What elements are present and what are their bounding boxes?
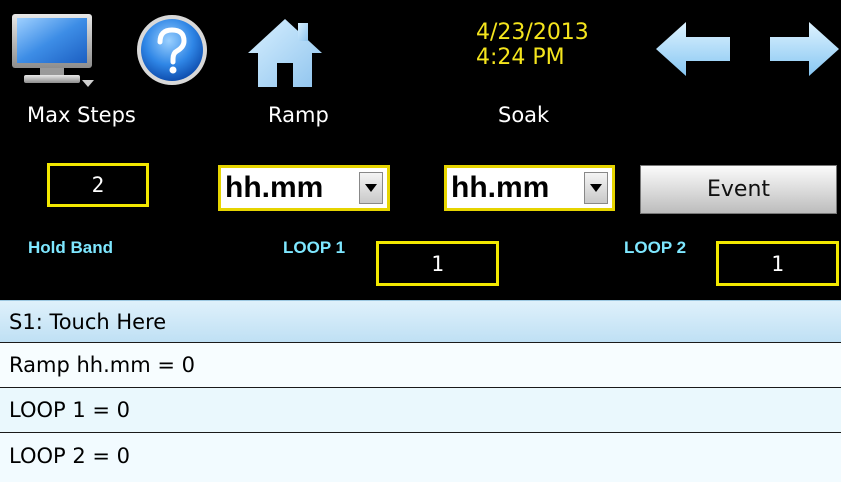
hold-band-label: Hold Band [28, 238, 113, 257]
max-steps-header: Max Steps [27, 103, 136, 127]
datetime-display: 4/23/2013 4:24 PM [476, 20, 589, 70]
help-icon[interactable] [134, 12, 210, 88]
list-item[interactable]: LOOP 1 = 0 [0, 388, 841, 433]
ramp-units-select[interactable]: hh.mm [218, 165, 390, 211]
list-item-label: LOOP 2 = 0 [9, 443, 131, 468]
list-item: S1: Touch Here [9, 309, 167, 334]
loop1-hold-band-input[interactable]: 1 [376, 241, 499, 286]
loop1-label: LOOP 1 [283, 238, 346, 257]
list-item[interactable]: Ramp hh.mm = 0 [0, 343, 841, 388]
loop2-hold-band-input[interactable]: 1 [716, 241, 839, 286]
loop1-hold-band-value: 1 [431, 251, 444, 276]
max-steps-value: 2 [91, 173, 105, 197]
soak-header: Soak [498, 103, 550, 127]
event-button-label: Event [706, 177, 771, 202]
soak-units-value: hh.mm [451, 171, 550, 204]
home-icon[interactable] [246, 17, 324, 89]
time-text: 4:24 PM [476, 45, 565, 70]
ramp-units-value: hh.mm [225, 171, 324, 204]
event-button[interactable]: Event [640, 165, 837, 214]
step-list: S1: Touch Here Ramp hh.mm = 0 LOOP 1 = 0… [0, 300, 841, 482]
list-item[interactable]: LOOP 2 = 0 [0, 433, 841, 478]
loop2-hold-band-value: 1 [771, 251, 784, 276]
soak-units-select[interactable]: hh.mm [444, 165, 615, 211]
back-arrow-icon[interactable] [654, 20, 734, 78]
chevron-down-icon[interactable] [584, 172, 608, 204]
step-header-row[interactable]: S1: Touch Here [0, 300, 841, 343]
list-item-label: LOOP 1 = 0 [9, 398, 131, 422]
max-steps-input[interactable]: 2 [47, 163, 149, 207]
list-item-label: Ramp hh.mm = 0 [9, 353, 195, 377]
date-text: 4/23/2013 [476, 20, 589, 45]
monitor-icon[interactable] [8, 12, 98, 90]
forward-arrow-icon[interactable] [766, 20, 841, 78]
loop2-label: LOOP 2 [624, 238, 687, 257]
chevron-down-icon[interactable] [359, 172, 383, 204]
ramp-header: Ramp [268, 103, 329, 127]
top-toolbar: 4/23/2013 4:24 PM [0, 0, 841, 95]
